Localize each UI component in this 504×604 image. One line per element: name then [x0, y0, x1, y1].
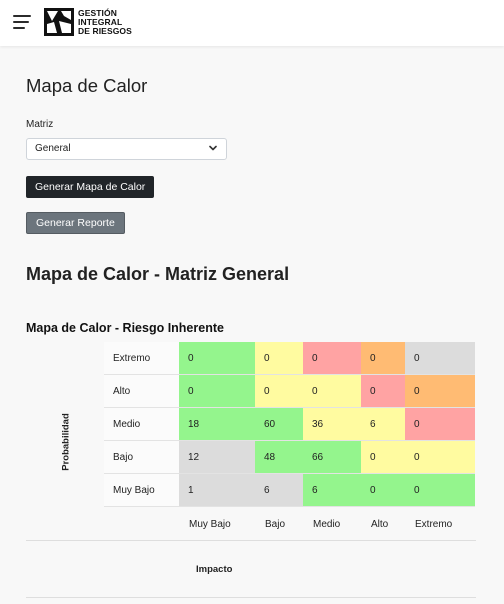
x-tick-label: Alto — [371, 519, 389, 530]
heatmap-cell: 18 — [179, 407, 255, 441]
heatmap-cell: 48 — [255, 440, 303, 474]
generate-heatmap-button[interactable]: Generar Mapa de Calor — [26, 176, 155, 198]
heatmap-cell: 6 — [303, 473, 361, 507]
heatmap-title: Mapa de Calor - Riesgo Inherente — [26, 321, 224, 335]
matrix-select[interactable]: General — [26, 138, 227, 160]
brand-name: GESTIÓN INTEGRAL DE RIESGOS — [78, 8, 132, 36]
row-label: Bajo — [104, 440, 179, 474]
divider — [26, 540, 476, 541]
brand-logo — [44, 8, 74, 36]
heatmap-cell: 6 — [361, 407, 405, 441]
heatmap-cell: 6 — [255, 473, 303, 507]
heatmap-cell: 0 — [361, 440, 405, 474]
heatmap-cell: 0 — [361, 473, 405, 507]
heatmap-cell: 0 — [405, 473, 475, 507]
heatmap-cell: 60 — [255, 407, 303, 441]
matrix-label: Matriz — [26, 119, 54, 130]
section-title: Mapa de Calor - Matriz General — [26, 264, 290, 284]
heatmap-cell: 0 — [179, 374, 255, 408]
top-navbar: GESTIÓN INTEGRAL DE RIESGOS — [0, 0, 504, 46]
heatmap-cell: 0 — [255, 342, 303, 375]
heatmap-cell: 0 — [361, 342, 405, 375]
heatmap-cell: 0 — [405, 374, 475, 408]
heatmap-row: Extremo 0 0 0 0 0 — [104, 342, 475, 375]
heatmap-cell: 0 — [405, 407, 475, 441]
row-label: Medio — [104, 407, 179, 441]
heatmap-cell: 0 — [179, 342, 255, 375]
heatmap-cell: 0 — [405, 440, 475, 474]
x-tick-label: Medio — [313, 519, 341, 530]
heatmap-table: Extremo 0 0 0 0 0 Alto 0 0 0 0 0 Medio 18 60 36 6 0 Bajo 12… — [104, 342, 475, 507]
menu-icon[interactable] — [13, 15, 31, 29]
heatmap-cell: 0 — [303, 342, 361, 375]
x-axis-label: Impacto — [196, 564, 233, 575]
heatmap-cell: 12 — [179, 440, 255, 474]
matrix-select-value: General — [35, 143, 71, 154]
page-title: Mapa de Calor — [26, 75, 148, 96]
heatmap-row: Bajo 12 48 66 0 0 — [104, 440, 475, 474]
heatmap-cell: 0 — [361, 374, 405, 408]
chevron-down-icon — [209, 145, 217, 151]
heatmap-cell: 1 — [179, 473, 255, 507]
generate-report-button[interactable]: Generar Reporte — [26, 212, 125, 234]
row-label: Muy Bajo — [104, 473, 179, 507]
row-label: Alto — [104, 374, 179, 408]
heatmap-cell: 0 — [255, 374, 303, 408]
divider — [26, 597, 476, 598]
heatmap-cell: 36 — [303, 407, 361, 441]
x-tick-label: Muy Bajo — [189, 519, 231, 530]
row-label: Extremo — [104, 342, 179, 375]
x-tick-label: Extremo — [415, 519, 453, 530]
heatmap-cell: 0 — [405, 342, 475, 375]
heatmap-row: Medio 18 60 36 6 0 — [104, 407, 475, 441]
heatmap-row: Alto 0 0 0 0 0 — [104, 374, 475, 408]
heatmap-cell: 66 — [303, 440, 361, 474]
y-axis-label: Probabilidad — [60, 413, 72, 471]
heatmap-row: Muy Bajo 1 6 6 0 0 — [104, 473, 475, 507]
x-tick-label: Bajo — [265, 519, 286, 530]
heatmap-cell: 0 — [303, 374, 361, 408]
